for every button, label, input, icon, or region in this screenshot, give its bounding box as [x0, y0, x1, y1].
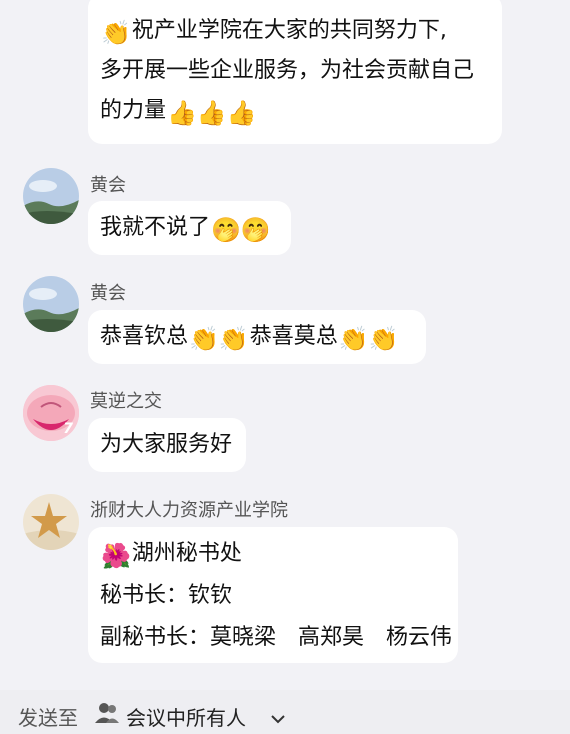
- clapping-hands-emoji: 👏: [101, 19, 131, 47]
- message-line: 副秘书长：莫晓梁 高郑昊 杨云伟: [100, 625, 453, 650]
- message-line: 的力量👍👍👍: [100, 98, 257, 127]
- message-bubble[interactable]: 🌺湖州秘书处 秘书长：钦钦 副秘书长：莫晓梁 高郑昊 杨云伟: [88, 527, 458, 663]
- sender-name: 浙财大人力资源产业学院: [90, 500, 288, 521]
- message-bubble[interactable]: 为大家服务好: [88, 418, 246, 472]
- avatar[interactable]: 7: [23, 385, 79, 441]
- sender-name: 黄会: [90, 283, 126, 304]
- message-line: 🌺湖州秘书处: [101, 541, 242, 570]
- message-bubble[interactable]: 我就不说了🤭🤭: [88, 201, 291, 255]
- message-bubble[interactable]: 👏祝产业学院在大家的共同努力下, 多开展一些企业服务，为社会贡献自己 的力量👍👍…: [88, 0, 502, 144]
- thumbs-up-emojis: 👍👍👍: [167, 99, 257, 127]
- message-line: 多开展一些企业服务，为社会贡献自己: [100, 58, 475, 83]
- people-icon: [94, 702, 120, 729]
- message-line: 👏祝产业学院在大家的共同努力下,: [101, 18, 447, 47]
- shy-face-emojis: 🤭🤭: [211, 216, 271, 244]
- avatar-badge: 7: [63, 421, 73, 437]
- sender-name: 莫逆之交: [90, 391, 162, 412]
- message-bubble[interactable]: 恭喜钦总👏👏恭喜莫总👏👏: [88, 310, 426, 364]
- send-to-label: 发送至: [18, 706, 78, 730]
- avatar[interactable]: [23, 168, 79, 224]
- clapping-hands-emojis: 👏👏: [338, 325, 399, 353]
- avatar[interactable]: [23, 276, 79, 332]
- sender-name: 黄会: [90, 175, 126, 196]
- flower-emoji: 🌺: [101, 542, 131, 570]
- chevron-down-icon[interactable]: [270, 706, 286, 730]
- message-line: 秘书长：钦钦: [100, 583, 233, 608]
- avatar[interactable]: [23, 494, 79, 550]
- clapping-hands-emojis: 👏👏: [189, 325, 249, 353]
- send-to-bar[interactable]: 发送至 会议中所有人: [0, 690, 570, 734]
- audience-selector[interactable]: 会议中所有人: [126, 702, 246, 731]
